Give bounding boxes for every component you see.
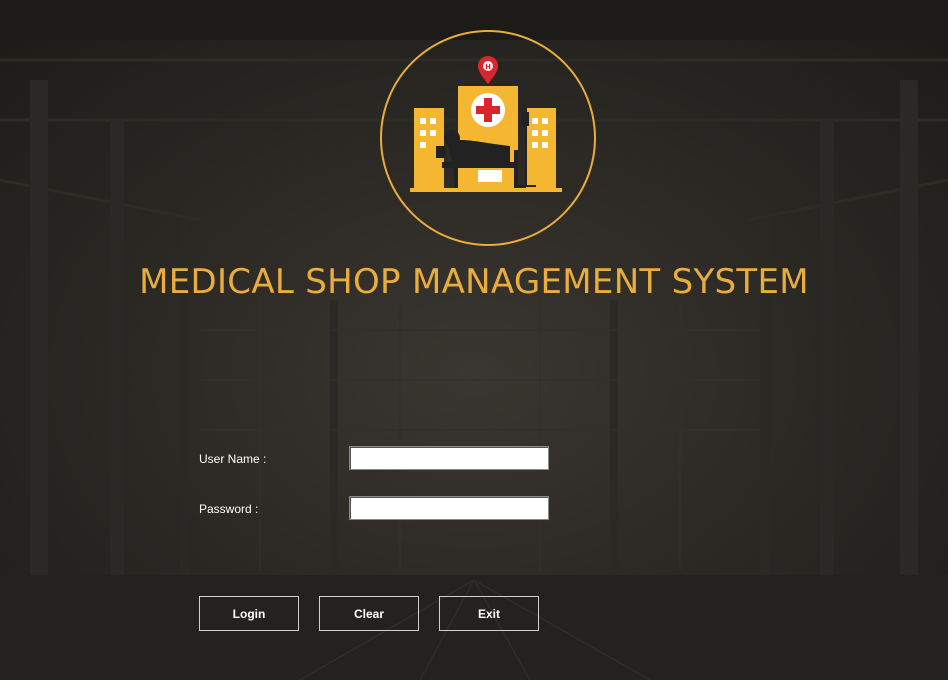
hospital-icon: H (380, 30, 596, 246)
app-title: MEDICAL SHOP MANAGEMENT SYSTEM (139, 262, 809, 302)
clear-button[interactable]: Clear (319, 596, 419, 631)
svg-text:H: H (485, 63, 491, 71)
username-label: User Name : (199, 452, 267, 466)
logo: H (378, 28, 598, 248)
password-input[interactable] (349, 496, 549, 520)
username-input[interactable] (349, 446, 549, 470)
password-label: Password : (199, 502, 259, 516)
login-button[interactable]: Login (199, 596, 299, 631)
exit-button[interactable]: Exit (439, 596, 539, 631)
